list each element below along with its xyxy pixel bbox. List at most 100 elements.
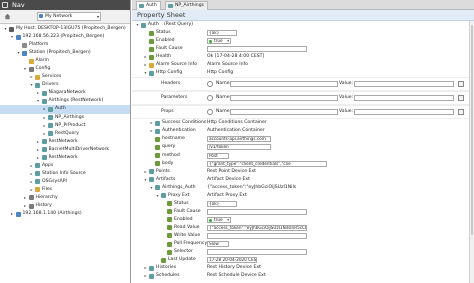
expand-right-icon[interactable]: ▸ xyxy=(143,272,148,280)
property-value-field[interactable]: Post xyxy=(207,152,229,159)
tab-auth[interactable]: Auth xyxy=(136,1,161,10)
expand-right-icon[interactable]: ▸ xyxy=(10,210,15,218)
tree-node[interactable]: ▸ NiagaraNetwork xyxy=(0,89,130,97)
expand-down-icon[interactable]: ▾ xyxy=(155,192,160,200)
property-row[interactable]: ▸ Success Conditions Http Conditions Conta… xyxy=(132,119,469,127)
property-row[interactable]: Write Value xyxy=(132,232,469,240)
remove-entry-button[interactable] xyxy=(458,95,464,102)
property-row[interactable]: Status {ok} xyxy=(132,29,469,37)
property-value-field[interactable]: 17-28 20-04-2020 CEST xyxy=(207,257,257,264)
expand-right-icon[interactable]: ▸ xyxy=(42,105,47,113)
property-row[interactable]: Poll Frequency Slow xyxy=(132,240,469,248)
property-value-field[interactable]: {ok} xyxy=(207,30,237,37)
property-row[interactable]: query/v1/token xyxy=(132,143,469,151)
property-value-field[interactable] xyxy=(207,208,307,215)
expand-down-icon[interactable]: ▾ xyxy=(29,81,34,89)
tree-node[interactable]: ▾ Config xyxy=(0,65,130,73)
expand-down-icon[interactable]: ▾ xyxy=(143,176,148,184)
tree-node[interactable]: ▾ My Host: DESKTOP-13IGU75 (Propitech_Ber… xyxy=(0,25,130,33)
property-value-field[interactable] xyxy=(207,46,307,53)
property-value-field[interactable]: /v1/token xyxy=(207,144,271,151)
tree-node[interactable]: ▾ Airthings (RestNetwork) xyxy=(0,97,130,105)
home-icon[interactable] xyxy=(4,13,11,20)
property-row-root[interactable]: ▾ Auth (Rest Query) xyxy=(132,21,469,29)
tree-node[interactable]: ▾ 192.168.56.223 (Propitech_Bergen) xyxy=(0,33,130,41)
tree-node[interactable]: ▸ Services xyxy=(0,73,130,81)
expand-down-icon[interactable]: ▾ xyxy=(36,97,41,105)
property-row[interactable]: Read Value {"access_token":"eyJhbGciOiJSU… xyxy=(132,224,469,232)
property-row[interactable]: ▾ Airthings_Auth {"access_token":"eyJhbGci… xyxy=(132,184,469,192)
expand-right-icon[interactable]: ▸ xyxy=(42,114,47,122)
property-row[interactable]: ▸ Histories Rest History Device Ext xyxy=(132,264,469,272)
property-row[interactable]: Last Update 17-28 20-04-2020 CEST xyxy=(132,256,469,264)
tree-node[interactable]: ▸ Auth xyxy=(0,105,130,114)
tab-np-airthings[interactable]: NP_Airthings xyxy=(165,1,209,10)
add-entry-button[interactable] xyxy=(207,95,213,102)
expand-right-icon[interactable]: ▸ xyxy=(149,127,154,135)
tree-node[interactable]: ▸ RestQuery xyxy=(0,130,130,138)
property-value-field[interactable]: Slow xyxy=(207,241,229,248)
property-value-field[interactable]: {"grant_type":"client_credentials","clie xyxy=(207,160,327,167)
expand-right-icon[interactable]: ▸ xyxy=(29,162,34,170)
tree-node[interactable]: ▸ 192.168.1.140 (Airthings) xyxy=(0,210,130,218)
property-row[interactable]: ▾ Proxy Ext Artifact Proxy Ext xyxy=(132,192,469,200)
property-value-field[interactable] xyxy=(207,249,307,256)
property-value-field[interactable]: accounts-api.airthings.com xyxy=(207,136,271,143)
tree-node[interactable]: ▸ Files xyxy=(0,186,130,194)
expand-right-icon[interactable]: ▸ xyxy=(29,178,34,186)
property-row[interactable]: ▸ Schedules Rest Schedule Device Ext xyxy=(132,272,469,280)
expand-right-icon[interactable]: ▸ xyxy=(29,170,34,178)
property-row[interactable]: Selector xyxy=(132,248,469,256)
expand-right-icon[interactable]: ▸ xyxy=(143,61,148,69)
tree-node[interactable]: ▸ Hierarchy xyxy=(0,194,130,202)
expand-right-icon[interactable]: ▸ xyxy=(36,154,41,162)
scrollbar-thumb[interactable] xyxy=(471,25,473,235)
property-value-field[interactable] xyxy=(207,232,307,239)
property-value-field[interactable]: {"access_token":"eyJhbGciOiJSUzI1NiIsInR… xyxy=(207,224,307,231)
tree-node[interactable]: ▸ BacnetMultiDriverNetwork xyxy=(0,146,130,154)
tree-node[interactable]: ▸ History xyxy=(0,202,130,210)
tree-node[interactable]: ▸ NP_Airthings xyxy=(0,114,130,122)
vertical-scrollbar[interactable] xyxy=(469,21,474,283)
tree-node[interactable]: ▸ NP_PrProduct xyxy=(0,122,130,130)
expand-right-icon[interactable]: ▸ xyxy=(29,186,34,194)
expand-right-icon[interactable]: ▸ xyxy=(42,122,47,130)
tree-node[interactable]: ▾ Drivers xyxy=(0,81,130,89)
name-input[interactable] xyxy=(230,95,338,102)
property-value-field[interactable]: true ▾ xyxy=(207,216,231,223)
expand-right-icon[interactable]: ▸ xyxy=(149,119,154,127)
expand-right-icon[interactable]: ▸ xyxy=(42,130,47,138)
property-row[interactable]: Status {ok} xyxy=(132,200,469,208)
tree-node[interactable]: ▸ RestNetwork xyxy=(0,138,130,146)
property-row[interactable]: Enabled true ▾ xyxy=(132,216,469,224)
name-input[interactable] xyxy=(230,109,338,116)
expand-right-icon[interactable]: ▸ xyxy=(36,146,41,154)
property-row[interactable]: ▸ Points Rest Point Device Ext xyxy=(132,168,469,176)
expand-right-icon[interactable]: ▸ xyxy=(36,138,41,146)
tree-node[interactable]: ▸ Station Info Source xyxy=(0,170,130,178)
property-value-field[interactable]: {ok} xyxy=(207,200,237,207)
tree-node[interactable]: ▾ Station (Propitech_Bergen) xyxy=(0,49,130,57)
expand-down-icon[interactable]: ▾ xyxy=(10,33,15,41)
remove-entry-button[interactable] xyxy=(458,81,464,88)
value-input[interactable] xyxy=(354,95,454,102)
expand-right-icon[interactable]: ▸ xyxy=(23,194,28,202)
value-input[interactable] xyxy=(354,81,454,88)
add-entry-button[interactable] xyxy=(207,81,213,88)
tree-node[interactable]: ▸ OSGsysAPI xyxy=(0,178,130,186)
property-row[interactable]: ▸ Alarm Source Info Alarm Source Info xyxy=(132,61,469,69)
property-row[interactable]: hostname accounts-api.airthings.com xyxy=(132,135,469,143)
expand-right-icon[interactable]: ▸ xyxy=(143,264,148,272)
expand-right-icon[interactable]: ▸ xyxy=(23,202,28,210)
network-select[interactable]: My Network ▾ xyxy=(37,12,101,21)
expand-right-icon[interactable]: ▸ xyxy=(36,89,41,97)
expand-right-icon[interactable]: ▸ xyxy=(143,168,148,176)
property-row[interactable]: method Post xyxy=(132,152,469,160)
property-row[interactable]: Enabled true ▾ xyxy=(132,37,469,45)
tree-node[interactable]: Alarm xyxy=(0,57,130,65)
expand-down-icon[interactable]: ▾ xyxy=(143,69,148,77)
name-input[interactable] xyxy=(230,81,338,88)
property-row[interactable]: ▾ Artifacts Artifact Device Ext xyxy=(132,176,469,184)
add-entry-button[interactable] xyxy=(207,109,213,116)
property-row[interactable]: body {"grant_type":"client_credentials","… xyxy=(132,160,469,168)
